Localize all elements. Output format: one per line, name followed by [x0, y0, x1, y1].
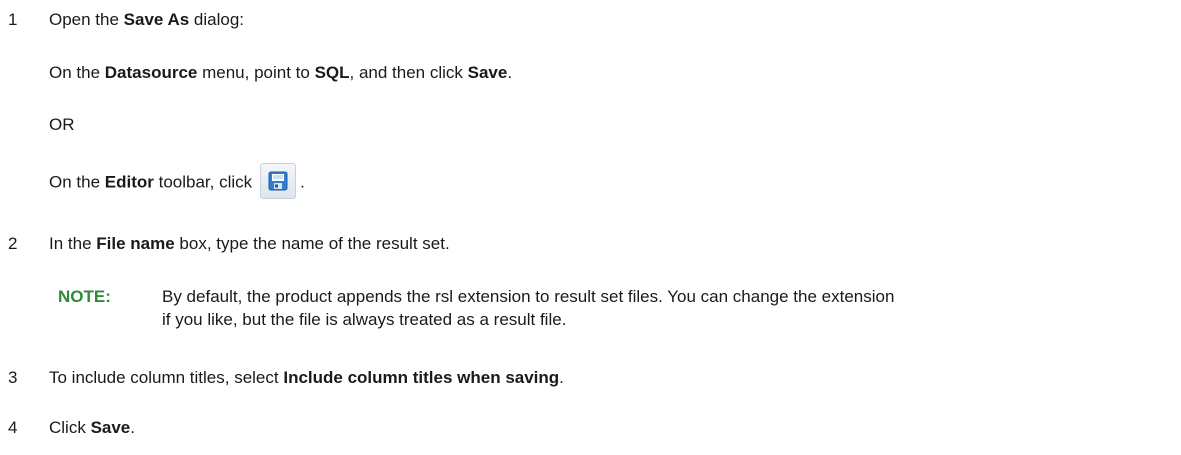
step-3-text: To include column titles, select Include…: [49, 368, 564, 388]
note-line: By default, the product appends the rsl …: [162, 287, 895, 306]
step-number-2: 2: [8, 234, 18, 253]
editor-term: Editor: [104, 172, 154, 192]
note-text: By default, the product appends the rsl …: [162, 285, 1177, 331]
save-term: Save: [467, 63, 508, 82]
instruction-part: , and then click: [349, 63, 468, 82]
instruction-part: menu, point to: [197, 63, 315, 82]
step-1-text-part: dialog:: [189, 10, 245, 29]
or-separator: OR: [49, 115, 75, 134]
instruction-part: .: [507, 63, 513, 82]
save-floppy-icon: [260, 163, 297, 199]
step-1-instruction-toolbar: On the Editor toolbar, click .: [49, 163, 305, 201]
step-1-text: Open the Save As dialog:: [49, 10, 244, 30]
step-4-text-part: Click: [49, 418, 91, 437]
step-3-text-part: .: [559, 368, 564, 387]
instruction-part: toolbar, click: [153, 172, 253, 192]
step-4-text-part: .: [130, 418, 135, 437]
note-line: if you like, but the file is always trea…: [162, 310, 567, 329]
step-4-text: Click Save.: [49, 418, 135, 438]
step-3-text-part: To include column titles, select: [49, 368, 284, 387]
datasource-term: Datasource: [104, 63, 198, 82]
instruction-part: On the: [49, 63, 105, 82]
step-1-text-part: Open the: [49, 10, 124, 29]
step-number-4: 4: [8, 418, 18, 437]
save-term: Save: [90, 418, 131, 437]
instruction-part: On the: [49, 172, 105, 192]
note-label: NOTE:: [58, 287, 111, 306]
step-2-text-part: box, type the name of the result set.: [174, 234, 450, 253]
instruction-part: .: [300, 172, 305, 192]
step-number-1: 1: [8, 10, 18, 29]
step-2-text-part: In the: [49, 234, 97, 253]
save-as-term: Save As: [123, 10, 190, 29]
sql-term: SQL: [314, 63, 350, 82]
step-2-text: In the File name box, type the name of t…: [49, 234, 450, 254]
file-name-term: File name: [96, 234, 175, 253]
step-number-3: 3: [8, 368, 18, 387]
include-column-titles-term: Include column titles when saving: [283, 368, 560, 387]
step-1-instruction-menu: On the Datasource menu, point to SQL, an…: [49, 63, 512, 83]
